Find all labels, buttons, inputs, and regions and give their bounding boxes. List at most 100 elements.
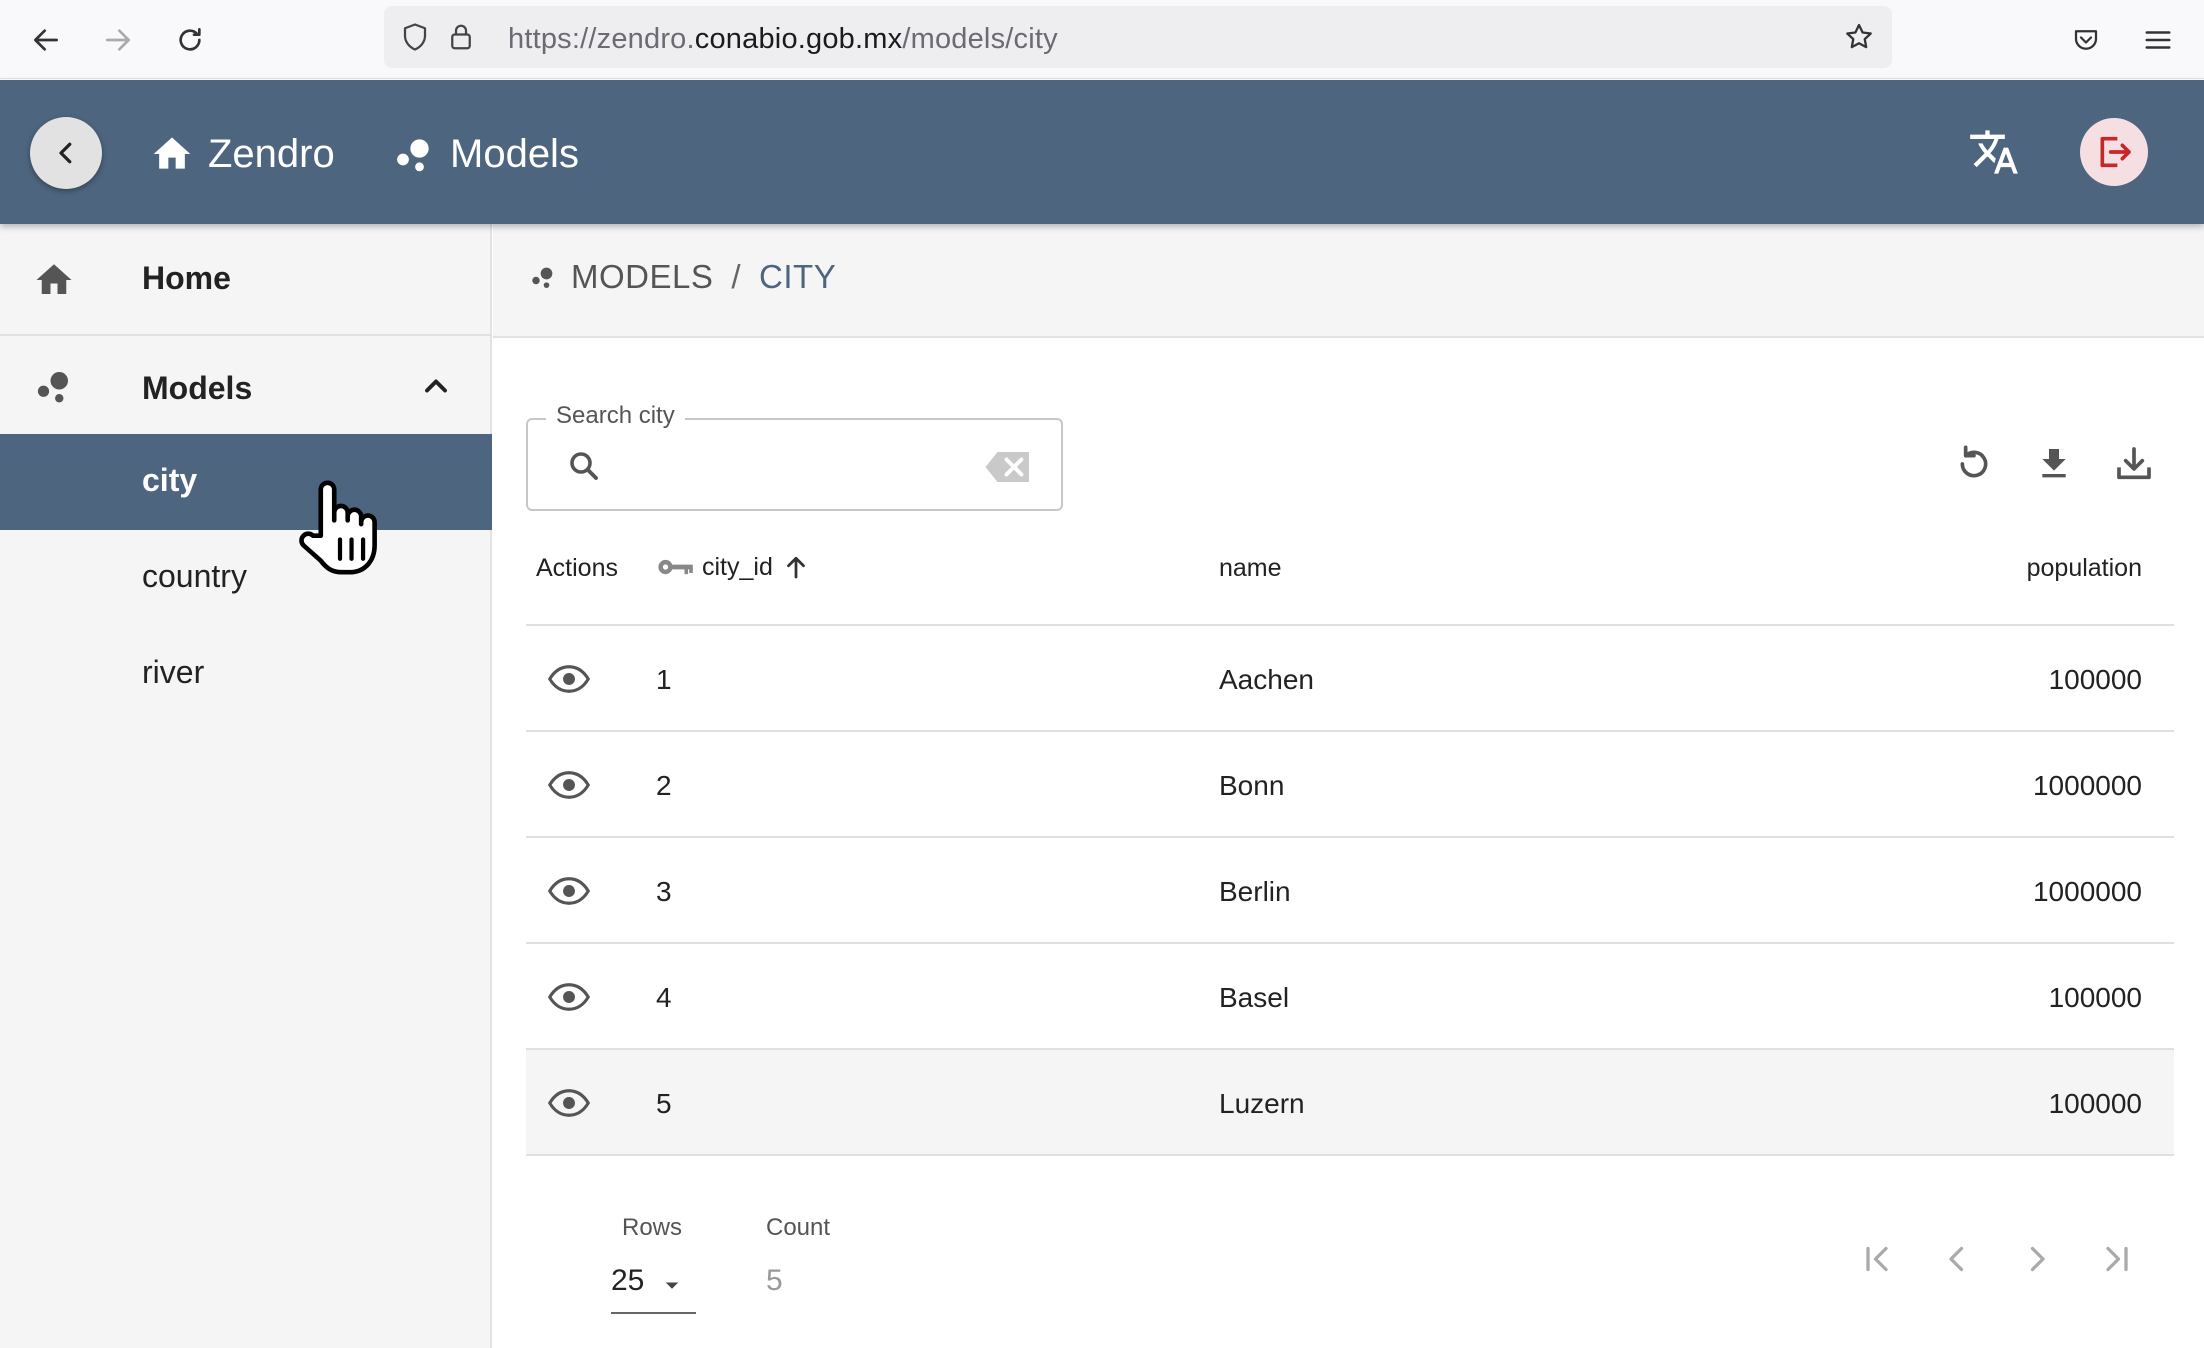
table-row: 2 Bonn 1000000 — [526, 732, 2174, 838]
cell-city-id: 5 — [656, 1088, 672, 1119]
table-row: 4 Basel 100000 — [526, 944, 2174, 1050]
cell-name: Bonn — [1219, 770, 1285, 801]
url-domain: conabio.gob.mx — [694, 23, 903, 55]
eye-view-icon[interactable] — [548, 662, 590, 696]
arrow-left-icon — [34, 29, 58, 51]
cell-name: Berlin — [1219, 876, 1291, 907]
sidebar-item-river[interactable]: river — [0, 626, 492, 722]
header-models-link[interactable]: Models — [392, 124, 579, 184]
download-button[interactable] — [2030, 440, 2078, 488]
chevron-right-icon — [2030, 1246, 2045, 1272]
first-page-icon — [1866, 1246, 1888, 1272]
eye-view-icon[interactable] — [548, 874, 590, 908]
sidebar-item-models[interactable]: Models — [0, 338, 492, 434]
browser-reload-button[interactable] — [166, 16, 214, 64]
reload-table-button[interactable] — [1950, 440, 1998, 488]
sidebar-item-label: river — [142, 654, 205, 690]
sidebar: Home Models city country river — [0, 224, 492, 1348]
search-field[interactable] — [526, 418, 1063, 511]
hamburger-icon — [2145, 31, 2171, 49]
table-row: 1 Aachen 100000 — [526, 626, 2174, 732]
sidebar-home-label: Home — [142, 260, 231, 296]
home-icon — [153, 137, 191, 169]
cell-population: 1000000 — [2032, 770, 2142, 801]
chevron-up-icon[interactable] — [418, 368, 454, 404]
rows-per-page-select[interactable]: 25 — [611, 1256, 696, 1314]
hand-pointer-cursor-icon — [299, 480, 377, 575]
import-button[interactable] — [2110, 440, 2158, 488]
backspace-clear-icon[interactable] — [984, 450, 1032, 484]
cell-name: Aachen — [1219, 664, 1314, 695]
browser-menu-button[interactable] — [2134, 16, 2182, 64]
breadcrumb-models-link[interactable]: MODELS — [571, 258, 713, 296]
table-header: Actions city_id name population — [526, 536, 2174, 626]
first-page-button[interactable] — [1853, 1235, 1901, 1283]
sidebar-item-home[interactable]: Home — [0, 224, 492, 336]
cell-city-id: 4 — [656, 982, 672, 1013]
browser-forward-button[interactable] — [94, 16, 142, 64]
caret-down-icon — [665, 1282, 679, 1289]
url-prefix: https://zendro. — [508, 23, 695, 55]
header-home-link[interactable]: Zendro — [150, 124, 335, 184]
search-icon — [570, 452, 598, 480]
url-text: https://zendro.conabio.gob.mx/models/cit… — [508, 23, 1058, 56]
arrow-right-icon — [106, 29, 130, 51]
home-icon — [32, 258, 76, 302]
column-header-name[interactable]: name — [1219, 554, 1282, 583]
reload-icon — [179, 28, 201, 51]
chevron-left-icon — [1949, 1246, 1964, 1272]
models-bubbles-icon — [32, 364, 76, 408]
sidebar-item-country[interactable]: country — [0, 530, 492, 626]
sidebar-item-city[interactable]: city — [0, 434, 492, 530]
logout-button[interactable] — [2080, 118, 2148, 186]
cell-population: 100000 — [2048, 1088, 2142, 1119]
key-icon — [658, 559, 693, 575]
cell-population: 1000000 — [2032, 876, 2142, 907]
header-models-label: Models — [450, 131, 579, 176]
lock-icon[interactable] — [444, 20, 478, 54]
last-page-button[interactable] — [2093, 1235, 2141, 1283]
table-row: 5 Luzern 100000 — [526, 1050, 2174, 1156]
header-home-label: Zendro — [208, 131, 335, 176]
cell-city-id: 1 — [656, 664, 672, 695]
table-row: 3 Berlin 1000000 — [526, 838, 2174, 944]
cell-name: Luzern — [1219, 1088, 1305, 1119]
previous-page-button[interactable] — [1933, 1235, 1981, 1283]
logout-icon — [2100, 136, 2131, 168]
breadcrumb: MODELS / CITY — [529, 258, 836, 296]
count-value: 5 — [766, 1264, 783, 1297]
eye-view-icon[interactable] — [548, 1086, 590, 1120]
models-bubbles-icon — [397, 139, 429, 172]
column-header-actions: Actions — [536, 554, 618, 582]
tray-download-icon — [2117, 447, 2151, 480]
breadcrumb-separator: / — [731, 258, 742, 295]
cell-city-id: 3 — [656, 876, 672, 907]
browser-back-button[interactable] — [22, 16, 70, 64]
pocket-button[interactable] — [2062, 16, 2110, 64]
eye-view-icon[interactable] — [548, 980, 590, 1014]
rows-per-page-value: 25 — [611, 1264, 645, 1297]
shield-icon[interactable] — [398, 20, 432, 54]
cell-name: Basel — [1219, 982, 1290, 1013]
chevron-left-icon — [59, 142, 72, 164]
refresh-icon — [1960, 445, 1988, 478]
next-page-button[interactable] — [2013, 1235, 2061, 1283]
collapse-sidebar-button[interactable] — [30, 117, 102, 189]
eye-view-icon[interactable] — [548, 768, 590, 802]
browser-toolbar: https://zendro.conabio.gob.mx/models/cit… — [0, 0, 2204, 79]
cell-city-id: 2 — [656, 770, 672, 801]
translate-icon[interactable] — [1968, 126, 2020, 178]
search-label: Search city — [546, 402, 685, 430]
column-header-city-id[interactable]: city_id — [656, 552, 811, 582]
cell-population: 100000 — [2048, 982, 2142, 1013]
address-bar[interactable]: https://zendro.conabio.gob.mx/models/cit… — [384, 6, 1892, 68]
sidebar-models-label: Models — [142, 370, 253, 406]
arrow-up-sort-icon[interactable] — [781, 552, 811, 582]
pocket-icon — [2074, 30, 2098, 50]
count-label: Count — [766, 1214, 831, 1241]
search-input[interactable] — [618, 440, 968, 490]
download-icon — [2042, 449, 2066, 478]
breadcrumb-bar: MODELS / CITY — [493, 224, 2204, 338]
bookmark-star-icon[interactable] — [1842, 20, 1876, 54]
column-header-population[interactable]: population — [2027, 554, 2142, 583]
